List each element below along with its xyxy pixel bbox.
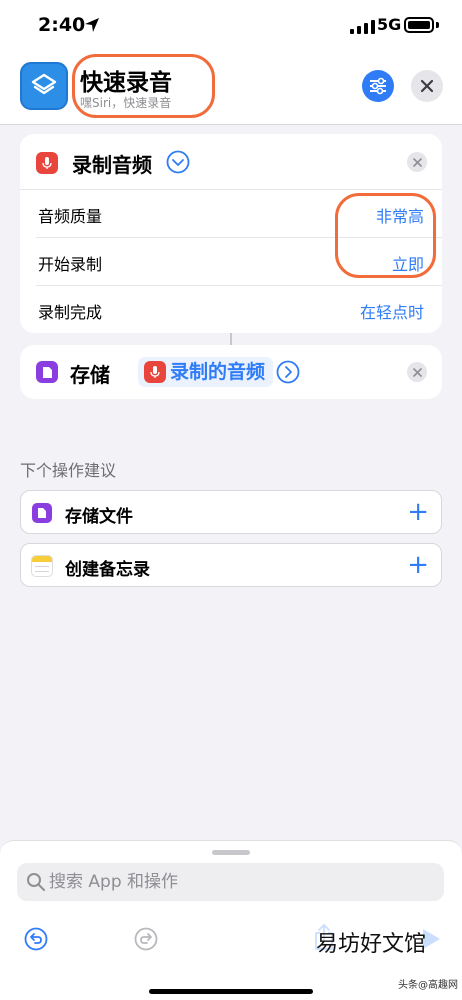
microphone-icon — [36, 152, 58, 174]
location-arrow-icon — [85, 18, 99, 32]
param-value[interactable]: 在轻点时 — [360, 299, 424, 323]
remove-action-button[interactable] — [407, 362, 427, 382]
param-label: 开始录制 — [38, 255, 103, 274]
add-icon[interactable]: + — [407, 499, 429, 525]
network-type: 5G — [377, 15, 402, 34]
status-bar: 2:40 5G — [0, 0, 462, 50]
sliders-icon — [370, 77, 386, 95]
file-icon — [32, 503, 52, 523]
suggestion-label: 创建备忘录 — [65, 560, 150, 580]
close-button[interactable] — [411, 70, 443, 102]
home-indicator — [149, 989, 313, 994]
sheet-grabber[interactable] — [212, 850, 250, 855]
undo-icon[interactable] — [24, 927, 48, 951]
add-icon[interactable]: + — [407, 552, 429, 578]
save-action[interactable]: 存储 录制的音频 — [20, 345, 442, 399]
redo-icon[interactable] — [134, 927, 158, 951]
cellular-signal-icon — [350, 20, 375, 34]
variable-label: 录制的音频 — [170, 361, 266, 383]
settings-button[interactable] — [362, 70, 394, 102]
param-label: 音频质量 — [38, 207, 103, 226]
close-icon — [420, 79, 434, 93]
variable-pill[interactable]: 录制的音频 — [138, 357, 274, 387]
microphone-icon — [144, 361, 166, 383]
watermark-subtext: 头条@高趣网 — [398, 980, 458, 991]
value-highlight-annotation — [335, 193, 436, 278]
remove-action-button[interactable] — [407, 152, 427, 172]
action-title: 录制音频 — [72, 153, 152, 177]
chevron-right-icon[interactable] — [276, 360, 300, 384]
param-label: 录制完成 — [38, 303, 103, 322]
param-row-finish[interactable]: 录制完成 在轻点时 — [20, 286, 442, 334]
battery-tip — [436, 22, 439, 28]
notes-icon — [31, 555, 53, 577]
document-icon — [36, 361, 58, 383]
search-input[interactable] — [49, 863, 429, 901]
shortcut-subtitle: 嘿Siri，快速录音 — [80, 96, 172, 110]
suggestions-heading: 下个操作建议 — [20, 461, 117, 480]
shortcut-title[interactable]: 快速录音 — [80, 63, 172, 97]
suggestion-create-note[interactable]: 创建备忘录 + — [20, 543, 442, 587]
watermark-text: 易坊好文馆 — [316, 932, 427, 957]
suggestion-label: 存储文件 — [65, 507, 133, 527]
action-title: 存储 — [70, 363, 110, 387]
action-connector — [230, 333, 232, 345]
close-icon — [412, 367, 422, 377]
layers-icon — [31, 73, 57, 95]
shortcut-header: 快速录音 嘿Siri，快速录音 — [0, 50, 462, 125]
action-header: 录制音频 — [20, 134, 442, 190]
status-time: 2:40 — [38, 14, 86, 36]
suggestion-save-file[interactable]: 存储文件 + — [20, 490, 442, 534]
search-icon — [27, 873, 45, 891]
battery-icon — [404, 17, 434, 33]
shortcuts-app-icon[interactable] — [20, 62, 68, 110]
chevron-down-icon[interactable] — [166, 150, 190, 174]
close-icon — [412, 157, 422, 167]
search-bar[interactable] — [17, 863, 444, 901]
